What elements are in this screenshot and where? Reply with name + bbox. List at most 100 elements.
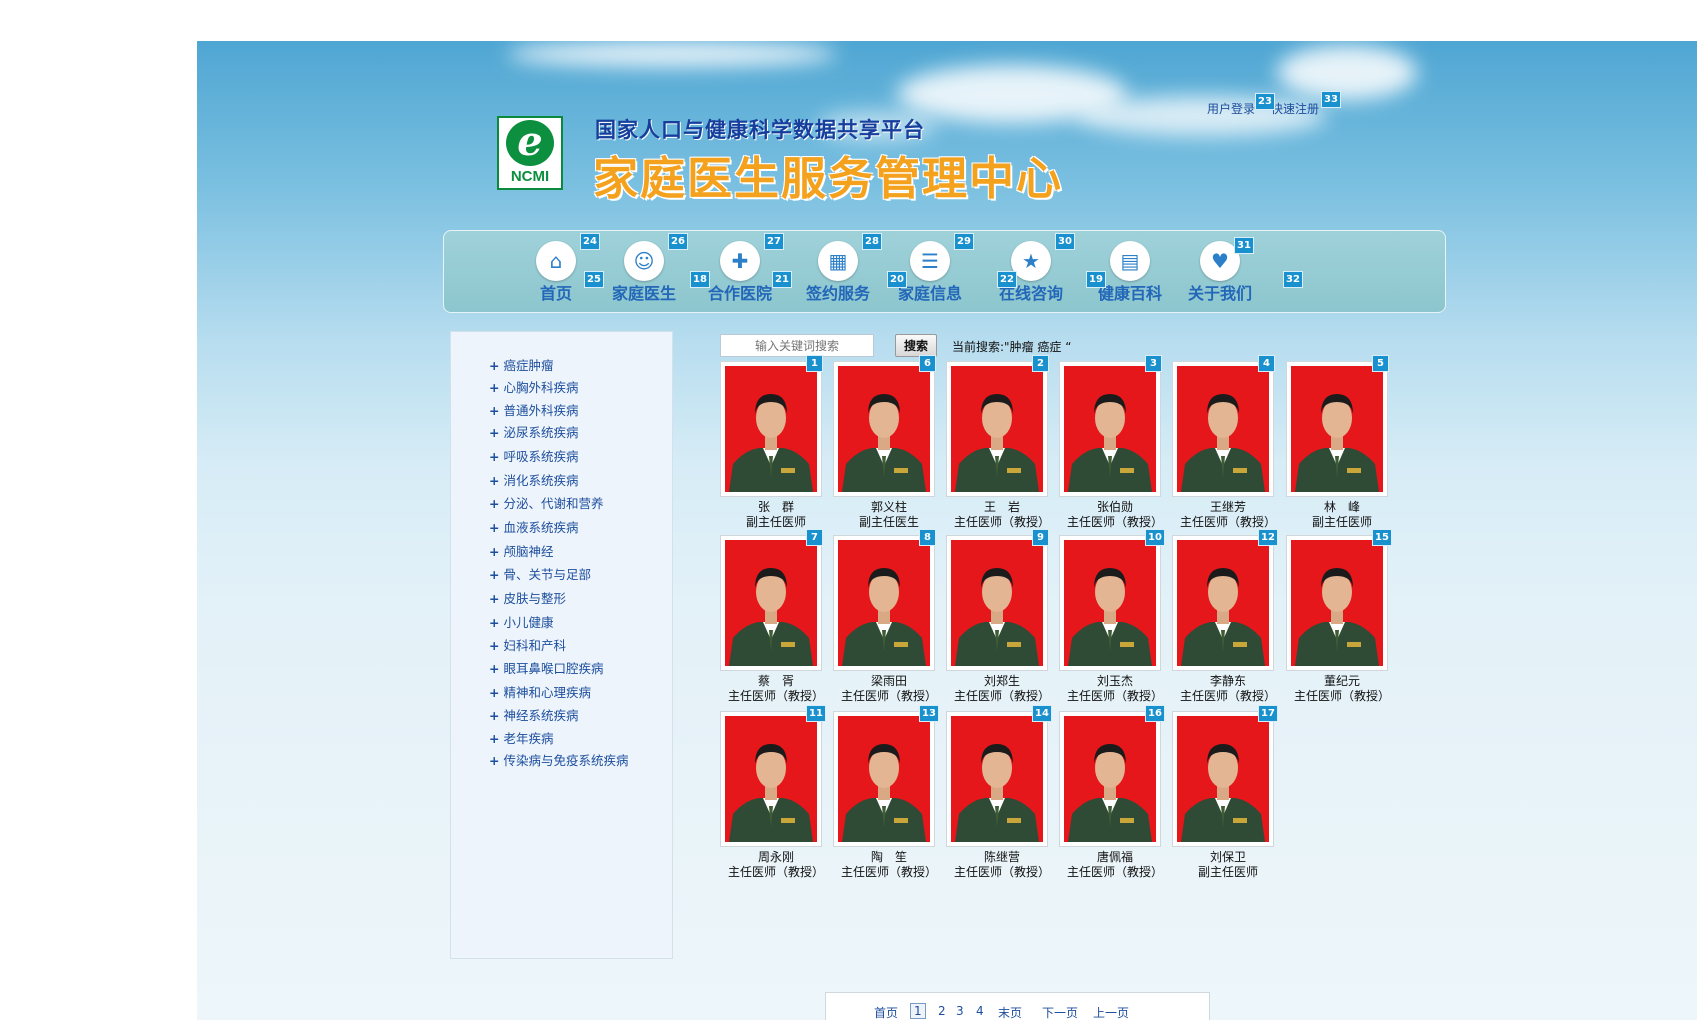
doctor-photo[interactable] [720, 361, 822, 497]
plus-icon: + [489, 544, 500, 559]
doctor-photo[interactable] [946, 535, 1048, 671]
category-link[interactable]: + 血液系统疾病 [489, 517, 579, 536]
category-link[interactable]: + 眼耳鼻喉口腔疾病 [489, 658, 604, 677]
marker-badge: 17 [1258, 705, 1278, 722]
category-link[interactable]: + 颅脑神经 [489, 541, 554, 560]
current-search-text: 当前搜索:"肿瘤 癌症 “ [952, 340, 1072, 354]
category-link[interactable]: + 小儿健康 [489, 612, 554, 631]
category-link[interactable]: + 心胸外科疾病 [489, 377, 579, 396]
doctor-card[interactable]: 16 唐佩福 主任医师（教授） [1059, 705, 1165, 879]
doctor-card[interactable]: 8 梁雨田 主任医师（教授） [833, 529, 937, 703]
doctor-card[interactable]: 3 张伯勋 主任医师（教授） [1059, 355, 1163, 529]
logo-e-mark: e [506, 120, 554, 166]
next-page-link[interactable]: 下一页 [1042, 1004, 1078, 1020]
login-link[interactable]: 用户登录 [1207, 100, 1255, 117]
doctor-title: 主任医师（教授） [1179, 515, 1276, 529]
marker-badge: 15 [1372, 529, 1392, 546]
category-label: 癌症肿瘤 [503, 358, 554, 373]
category-link[interactable]: + 泌尿系统疾病 [489, 422, 579, 441]
marker-badge: 27 [764, 233, 784, 250]
doctor-card[interactable]: 14 陈继营 主任医师（教授） [946, 705, 1052, 879]
category-label: 眼耳鼻喉口腔疾病 [503, 661, 604, 676]
register-link[interactable]: 快速注册 [1271, 100, 1319, 117]
page-link[interactable]: 4 [976, 1004, 984, 1018]
plus-icon: + [489, 708, 500, 723]
doctor-photo[interactable] [1286, 361, 1388, 497]
marker-badge: 6 [919, 355, 936, 372]
doctor-card[interactable]: 10 刘玉杰 主任医师（教授） [1059, 529, 1165, 703]
nav-item[interactable]: ☺ 家庭医生 26 [594, 231, 694, 312]
doctor-title: 主任医师（教授） [953, 689, 1050, 703]
page-link[interactable]: 3 [956, 1004, 964, 1018]
category-link[interactable]: + 分泌、代谢和营养 [489, 493, 604, 512]
category-link[interactable]: + 皮肤与整形 [489, 588, 566, 607]
nav-item[interactable]: ▦ 签约服务 28 [788, 231, 888, 312]
category-link[interactable]: + 神经系统疾病 [489, 705, 579, 724]
marker-badge: 13 [919, 705, 939, 722]
doctor-card[interactable]: 13 陶 笙主任医师（教授） [833, 705, 939, 879]
category-link[interactable]: + 妇科和产科 [489, 635, 566, 654]
doctor-photo[interactable] [1059, 361, 1161, 497]
category-link[interactable]: + 老年疾病 [489, 728, 554, 747]
doctor-title: 主任医师（教授） [1066, 689, 1163, 703]
doctor-card[interactable]: 12 李静东 主任医师（教授） [1172, 529, 1278, 703]
doctor-photo[interactable] [946, 361, 1048, 497]
category-link[interactable]: + 普通外科疾病 [489, 400, 579, 419]
marker-badge: 32 [1283, 271, 1303, 288]
category-link[interactable]: + 呼吸系统疾病 [489, 446, 579, 465]
nav-label: 家庭医生 [611, 284, 676, 303]
category-link[interactable]: + 癌症肿瘤 [489, 355, 554, 374]
doctor-card[interactable]: 5林 峰副主任医师 [1286, 355, 1389, 529]
doctor-photo[interactable] [833, 711, 935, 847]
marker-badge: 26 [668, 233, 688, 250]
category-link[interactable]: + 精神和心理疾病 [489, 682, 591, 701]
doctor-title: 主任医师（教授） [953, 515, 1050, 529]
doctor-title: 主任医师（教授） [727, 865, 824, 879]
marker-badge: 28 [862, 233, 882, 250]
search-input[interactable] [720, 334, 874, 357]
doctor-photo[interactable] [1172, 361, 1274, 497]
person-card-icon: ☰ [910, 241, 950, 281]
marker-badge: 4 [1258, 355, 1275, 372]
page-link[interactable]: 2 [938, 1004, 946, 1018]
plus-icon: + [489, 358, 500, 373]
doctor-card[interactable]: 9 刘郑生 主任医师（教授） [946, 529, 1050, 703]
cloud-decoration [1277, 45, 1417, 100]
marker-badge: 22 [997, 271, 1017, 288]
doctor-photo[interactable] [833, 361, 935, 497]
doctor-card[interactable]: 15 董纪元 主任医师（教授） [1286, 529, 1392, 703]
doctor-photo[interactable] [720, 711, 822, 847]
doctor-card[interactable]: 1张 群副主任医师 [720, 355, 823, 529]
doctor-card[interactable]: 7蔡 胥主任医师（教授） [720, 529, 824, 703]
doctor-photo[interactable] [833, 535, 935, 671]
doctor-photo[interactable] [720, 535, 822, 671]
marker-badge: 23 [1255, 93, 1275, 110]
doctor-card[interactable]: 11 周永刚 主任医师（教授） [720, 705, 826, 879]
doctor-photo[interactable] [1059, 535, 1161, 671]
search-button[interactable]: 搜索 [895, 334, 937, 357]
doctor-title: 主任医师（教授） [840, 865, 937, 879]
doctor-title: 主任医师（教授） [1066, 865, 1163, 879]
doctor-card[interactable]: 4 王继芳 主任医师（教授） [1172, 355, 1276, 529]
doctor-card[interactable]: 6 郭义柱 副主任医生 [833, 355, 936, 529]
doctor-photo[interactable] [946, 711, 1048, 847]
first-page-link[interactable]: 首页 [874, 1004, 898, 1020]
category-link[interactable]: + 传染病与免疫系统疾病 [489, 750, 629, 769]
page-link-current[interactable]: 1 [910, 1003, 926, 1019]
marker-badge: 9 [1032, 529, 1049, 546]
category-link[interactable]: + 骨、关节与足部 [489, 564, 591, 583]
nav-label: 在线咨询 [998, 284, 1063, 303]
category-link[interactable]: + 消化系统疾病 [489, 470, 579, 489]
nav-item[interactable]: ♥ 关于我们 31 [1170, 231, 1270, 312]
doctor-card[interactable]: 2王 岩主任医师（教授） [946, 355, 1050, 529]
doctor-photo[interactable] [1172, 535, 1274, 671]
doctor-photo[interactable] [1059, 711, 1161, 847]
doctor-card[interactable]: 17 刘保卫 副主任医师 [1172, 705, 1278, 879]
category-label: 心胸外科疾病 [503, 380, 579, 395]
nav-item[interactable]: ★ 在线咨询 30 [981, 231, 1081, 312]
doctor-title: 主任医师（教授） [1179, 689, 1276, 703]
last-page-link[interactable]: 末页 [998, 1004, 1022, 1020]
doctor-photo[interactable] [1286, 535, 1388, 671]
prev-page-link[interactable]: 上一页 [1093, 1004, 1129, 1020]
doctor-photo[interactable] [1172, 711, 1274, 847]
